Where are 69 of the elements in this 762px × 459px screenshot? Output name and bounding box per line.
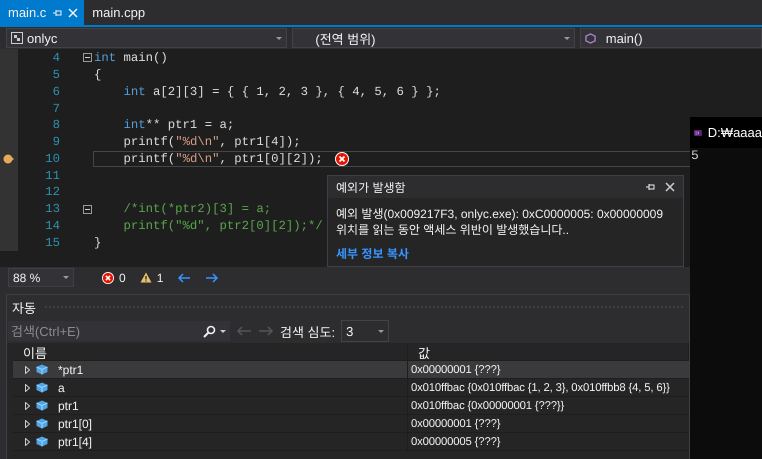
variable-name: a — [58, 380, 65, 394]
line-number: 12 — [44, 185, 60, 200]
exception-message: 예외 발생(0x009217F3, onlyc.exe): 0xC0000005: 0x00000009 위치를 읽는 동안 액세스 위반이 발생했습니다.. — [335, 206, 664, 238]
code-line: { — [93, 67, 102, 84]
variable-name: *ptr1 — [58, 362, 84, 376]
popup-title: 예외가 발생함 — [336, 180, 406, 196]
expand-icon[interactable] — [25, 438, 30, 446]
line-number: 14 — [44, 218, 60, 233]
search-icon[interactable] — [203, 324, 216, 338]
variable-value: 0x00000001 {???} — [410, 416, 502, 432]
error-count: 0 — [102, 270, 126, 284]
pin-icon[interactable] — [645, 182, 655, 192]
caret-icon[interactable] — [219, 328, 227, 334]
file-tab[interactable]: main.cpp — [84, 0, 152, 25]
variable-row[interactable]: ptr1[0] 0x00000001 {???} — [13, 415, 689, 433]
line-number: 5 — [52, 68, 60, 82]
member-dropdown[interactable]: main() — [580, 28, 762, 48]
expand-icon[interactable] — [25, 384, 30, 392]
variable-row[interactable]: a 0x010ffbac {0x010ffbac {1, 2, 3}, 0x010ffbb8 {4, 5, 6}} — [13, 379, 689, 397]
line-number: 9 — [52, 135, 60, 150]
error-icon — [334, 152, 349, 166]
depth-label: 검색 심도: — [280, 324, 336, 340]
variable-name: ptr1 — [58, 398, 79, 412]
variable-value: 0x00000005 {???} — [410, 434, 502, 450]
code-line: /*int(*ptr2)[3] = a; — [122, 201, 272, 218]
panel-title: 자동 — [12, 300, 36, 316]
line-number: 6 — [52, 84, 60, 99]
scope-dropdown[interactable]: (전역 범위) — [292, 28, 575, 48]
console-title: D:₩aaaa — [708, 125, 762, 140]
line-number: 8 — [52, 118, 60, 132]
variable-value: 0x00000001 {???} — [410, 362, 502, 378]
code-line: int main() — [93, 50, 169, 67]
project-dropdown[interactable]: onlyc — [6, 28, 288, 48]
copy-details-link[interactable]: 세부 정보 복사 — [336, 245, 409, 262]
variable-value: 0x010ffbac {0x010ffbac {1, 2, 3}, 0x010ffbb8 {4, 5, 6}} — [410, 380, 671, 396]
error-icon — [102, 272, 114, 284]
zoom-dropdown[interactable]: 88 % — [8, 268, 74, 287]
line-number: 11 — [44, 168, 60, 183]
line-number: 13 — [44, 202, 60, 216]
line-number: 4 — [52, 50, 60, 65]
warning-count: 1 — [140, 270, 164, 284]
variable-row[interactable]: ptr1[4] 0x00000005 {???} — [13, 433, 689, 451]
forward-arrow-icon[interactable] — [205, 272, 220, 282]
code-line: printf("%d", ptr2[0][2]);*/ — [122, 218, 324, 234]
expand-icon[interactable] — [25, 402, 30, 410]
code-line: int** ptr1 = a; — [122, 117, 236, 134]
variable-row[interactable]: ptr1 0x010ffbac {0x00000001 {???}} — [13, 397, 689, 415]
variable-name: ptr1[0] — [58, 416, 92, 430]
expand-icon[interactable] — [25, 366, 30, 374]
search-box[interactable]: 검색(Ctrl+E) — [8, 321, 230, 341]
code-line: } — [93, 234, 102, 251]
line-number: 7 — [52, 102, 60, 116]
code-line: printf("%d\n", ptr1[4]); — [122, 134, 302, 150]
variable-row[interactable]: *ptr1 0x00000001 {???} — [13, 361, 689, 379]
depth-dropdown[interactable]: 3 — [341, 320, 390, 342]
collapse-icon[interactable] — [83, 53, 92, 62]
code-line: int a[2][3] = { { 1, 2, 3 }, { 4, 5, 6 } }; — [122, 84, 442, 100]
variable-name: ptr1[4] — [58, 434, 92, 448]
close-icon[interactable] — [665, 182, 675, 192]
console-output: 5 — [690, 148, 700, 163]
warning-icon — [140, 272, 152, 283]
expand-icon[interactable] — [25, 420, 30, 428]
variable-value: 0x010ffbac {0x00000001 {???}} — [410, 398, 566, 414]
search-field[interactable]: 검색(Ctrl+E) — [11, 324, 203, 338]
collapse-icon[interactable] — [83, 204, 92, 214]
line-number: 10 — [44, 152, 60, 166]
line-number: 15 — [44, 236, 60, 250]
back-arrow-icon[interactable] — [177, 272, 192, 282]
project-icon — [11, 32, 23, 44]
